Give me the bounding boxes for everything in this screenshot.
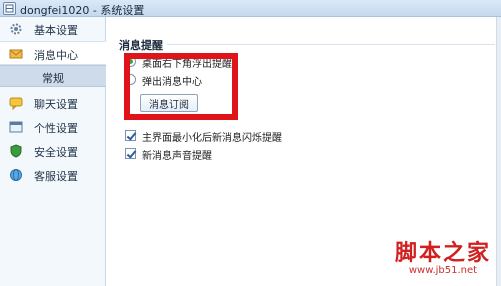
sidebar-item-label: 聊天设置 (34, 98, 78, 111)
globe-icon (9, 168, 23, 182)
checkbox[interactable] (125, 148, 136, 159)
sidebar-item-customer-service-settings[interactable]: 客服设置 (0, 163, 106, 187)
watermark: 脚本之家 www.jb51.net (395, 235, 491, 276)
window-title: dongfei1020 - 系统设置 (20, 4, 145, 17)
section-title: 消息提醒 (119, 39, 163, 52)
sidebar-subitem-general[interactable]: 常规 (0, 65, 106, 87)
checkbox-label: 新消息声音提醒 (142, 151, 212, 162)
envelope-icon (9, 47, 23, 61)
sidebar-item-label: 基本设置 (34, 24, 78, 37)
sidebar: 基本设置 消息中心 常规 聊天设置 个性设置 安全设置 客服设置 (0, 17, 106, 286)
watermark-url: www.jb51.net (408, 265, 478, 276)
sidebar-item-personal-settings[interactable]: 个性设置 (0, 115, 106, 139)
checkbox-label: 主界面最小化后新消息闪烁提醒 (142, 133, 282, 144)
sidebar-item-label: 个性设置 (34, 122, 78, 135)
sidebar-item-label: 安全设置 (34, 146, 78, 159)
sidebar-item-basic-settings[interactable]: 基本设置 (0, 17, 106, 41)
sidebar-item-security-settings[interactable]: 安全设置 (0, 139, 106, 163)
shield-icon (9, 144, 23, 158)
sidebar-item-label: 客服设置 (34, 170, 78, 183)
window-edge (496, 17, 501, 286)
gear-icon (9, 22, 23, 36)
window-icon (9, 120, 23, 134)
watermark-text: 脚本之家 (394, 240, 491, 266)
sidebar-item-chat-settings[interactable]: 聊天设置 (0, 91, 106, 115)
highlight-annotation (124, 53, 238, 120)
checkbox[interactable] (125, 130, 136, 141)
section-divider (167, 44, 495, 45)
chat-bubble-icon (9, 96, 23, 111)
title-bar: dongfei1020 - 系统设置 (0, 0, 501, 17)
sidebar-item-message-center[interactable]: 消息中心 (0, 41, 106, 65)
sidebar-subitem-label: 常规 (42, 72, 64, 85)
sidebar-item-label: 消息中心 (34, 49, 78, 62)
app-icon (3, 2, 16, 15)
